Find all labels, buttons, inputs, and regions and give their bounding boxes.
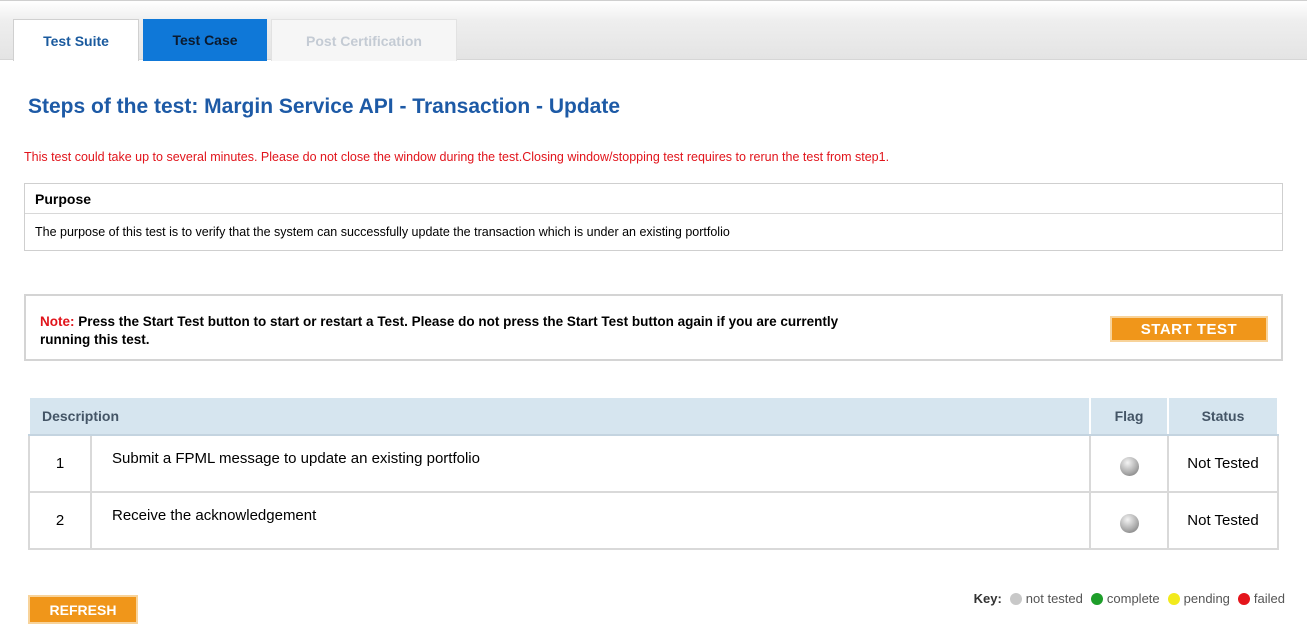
key-item-label: not tested — [1025, 591, 1083, 606]
note-text: Note: Press the Start Test button to sta… — [40, 313, 880, 349]
step-description: Receive the acknowledgement — [90, 491, 1091, 550]
note-panel: Note: Press the Start Test button to sta… — [24, 294, 1283, 361]
key-item-label: complete — [1106, 591, 1160, 606]
column-header-status: Status — [1167, 396, 1279, 436]
flag-cell — [1089, 434, 1169, 493]
not-tested-dot-icon — [1009, 592, 1022, 605]
column-header-flag: Flag — [1089, 396, 1169, 436]
complete-dot-icon — [1090, 592, 1103, 605]
tab-test-suite[interactable]: Test Suite — [13, 19, 139, 61]
not-tested-icon — [1119, 457, 1139, 476]
tab-test-case[interactable]: Test Case — [143, 19, 267, 61]
status-key: Key: not tested complete pending failed — [974, 591, 1285, 606]
key-item-label: pending — [1183, 591, 1230, 606]
page-title: Steps of the test: Margin Service API - … — [28, 95, 621, 118]
not-tested-icon — [1119, 514, 1139, 533]
key-item-label: failed — [1253, 591, 1285, 606]
warning-message: This test could take up to several minut… — [24, 150, 890, 164]
table-header-row: Description Flag Status — [28, 396, 1279, 436]
table-row: 2 Receive the acknowledgement Not Tested — [28, 491, 1279, 550]
note-body: Press the Start Test button to start or … — [40, 314, 839, 347]
key-item-not-tested: not tested — [1009, 591, 1083, 606]
purpose-panel: Purpose The purpose of this test is to v… — [24, 183, 1283, 251]
key-label: Key: — [973, 591, 1002, 606]
step-number: 2 — [28, 491, 92, 550]
column-header-description: Description — [28, 396, 1091, 436]
purpose-heading: Purpose — [25, 184, 1282, 214]
table-row: 1 Submit a FPML message to update an exi… — [28, 434, 1279, 493]
step-description: Submit a FPML message to update an exist… — [90, 434, 1091, 493]
tab-post-certification[interactable]: Post Certification — [271, 19, 457, 61]
refresh-button[interactable]: REFRESH — [28, 595, 138, 624]
step-status: Not Tested — [1167, 491, 1279, 550]
step-status: Not Tested — [1167, 434, 1279, 493]
tab-bar: Test Suite Test Case Post Certification — [0, 0, 1307, 61]
step-number: 1 — [28, 434, 92, 493]
start-test-button[interactable]: START TEST — [1110, 316, 1268, 342]
key-item-pending: pending — [1167, 591, 1230, 606]
steps-table: Description Flag Status 1 Submit a FPML … — [28, 396, 1279, 550]
key-item-failed: failed — [1237, 591, 1285, 606]
pending-dot-icon — [1167, 592, 1180, 605]
failed-dot-icon — [1237, 592, 1250, 605]
purpose-text: The purpose of this test is to verify th… — [35, 225, 730, 239]
flag-cell — [1089, 491, 1169, 550]
note-label: Note: — [40, 314, 75, 329]
key-item-complete: complete — [1090, 591, 1160, 606]
